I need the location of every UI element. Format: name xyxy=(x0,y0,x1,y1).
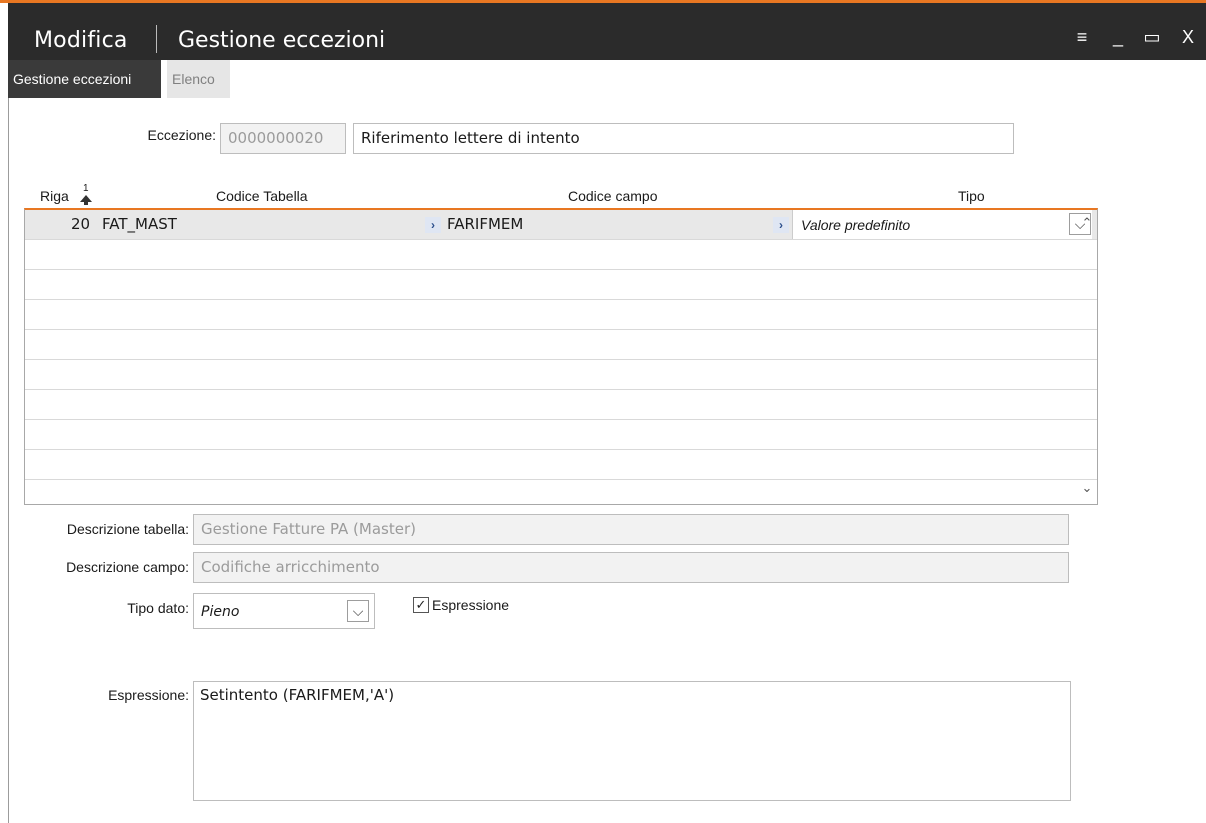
tab-gestione-eccezioni[interactable]: Gestione eccezioni xyxy=(8,60,161,98)
title-separator xyxy=(156,25,157,53)
tipo-dato-label: Tipo dato: xyxy=(127,600,189,616)
zoom-arrow-icon[interactable]: › xyxy=(425,217,441,233)
table-row[interactable] xyxy=(25,450,1097,480)
eccezione-label: Eccezione: xyxy=(147,127,216,143)
descrizione-campo-label: Descrizione campo: xyxy=(66,559,189,575)
exceptions-grid[interactable]: 20 FAT_MAST › FARIFMEM › Valore predefin… xyxy=(24,208,1098,505)
cell-codice-tabella[interactable]: FAT_MAST xyxy=(102,210,177,240)
sort-ascending-icon: 1 xyxy=(78,184,94,206)
table-row[interactable] xyxy=(25,420,1097,450)
espressione-textarea[interactable]: Setintento (FARIFMEM,'A') xyxy=(193,681,1071,801)
table-row[interactable] xyxy=(25,270,1097,300)
tipo-combo[interactable]: Valore predefinito ⌵ xyxy=(792,210,1092,239)
maximize-icon[interactable]: ▭ xyxy=(1141,27,1163,47)
espressione-checkbox[interactable]: ✓ xyxy=(413,597,429,613)
descrizione-tabella-field[interactable]: Gestione Fatture PA (Master) xyxy=(193,514,1069,545)
minimize-icon[interactable]: _ xyxy=(1107,27,1129,47)
scroll-down-icon[interactable]: ⌄ xyxy=(1077,478,1097,498)
cell-tipo: Valore predefinito xyxy=(801,217,911,233)
descrizione-tabella-label: Descrizione tabella: xyxy=(66,521,189,537)
cell-codice-campo[interactable]: FARIFMEM xyxy=(447,210,523,240)
table-row[interactable] xyxy=(25,390,1097,420)
table-row[interactable] xyxy=(25,360,1097,390)
header-codice-campo[interactable]: Codice campo xyxy=(568,188,658,204)
tipo-dato-value: Pieno xyxy=(201,604,240,620)
window-title: Modifica xyxy=(34,28,128,53)
zoom-arrow-icon[interactable]: › xyxy=(773,217,789,233)
espressione-text: Setintento (FARIFMEM,'A') xyxy=(200,686,395,704)
close-icon[interactable]: X xyxy=(1177,27,1199,47)
espressione-checkbox-label[interactable]: Espressione xyxy=(432,597,509,613)
descrizione-campo-field[interactable]: Codifiche arricchimento xyxy=(193,552,1069,583)
table-row[interactable] xyxy=(25,240,1097,270)
table-row[interactable] xyxy=(25,300,1097,330)
title-bar: Modifica Gestione eccezioni ≡ _ ▭ X xyxy=(8,3,1206,60)
header-codice-tabella[interactable]: Codice Tabella xyxy=(216,188,308,204)
sort-order-number: 1 xyxy=(83,183,89,194)
table-row[interactable]: 20 FAT_MAST › FARIFMEM › Valore predefin… xyxy=(25,210,1097,240)
header-tipo[interactable]: Tipo xyxy=(958,188,985,204)
window-subtitle: Gestione eccezioni xyxy=(178,28,386,53)
table-row[interactable] xyxy=(25,330,1097,360)
scroll-up-icon[interactable]: ⌃ xyxy=(1077,213,1097,233)
eccezione-code-field[interactable]: 0000000020 xyxy=(220,123,346,154)
tab-elenco[interactable]: Elenco xyxy=(167,60,230,98)
chevron-down-icon[interactable]: ⌵ xyxy=(347,600,369,622)
cell-riga[interactable]: 20 xyxy=(71,210,90,240)
header-riga[interactable]: Riga xyxy=(40,188,69,204)
left-border xyxy=(8,98,9,823)
espressione-label: Espressione: xyxy=(108,687,189,703)
eccezione-description-field[interactable]: Riferimento lettere di intento xyxy=(353,123,1014,154)
menu-icon[interactable]: ≡ xyxy=(1071,27,1093,47)
